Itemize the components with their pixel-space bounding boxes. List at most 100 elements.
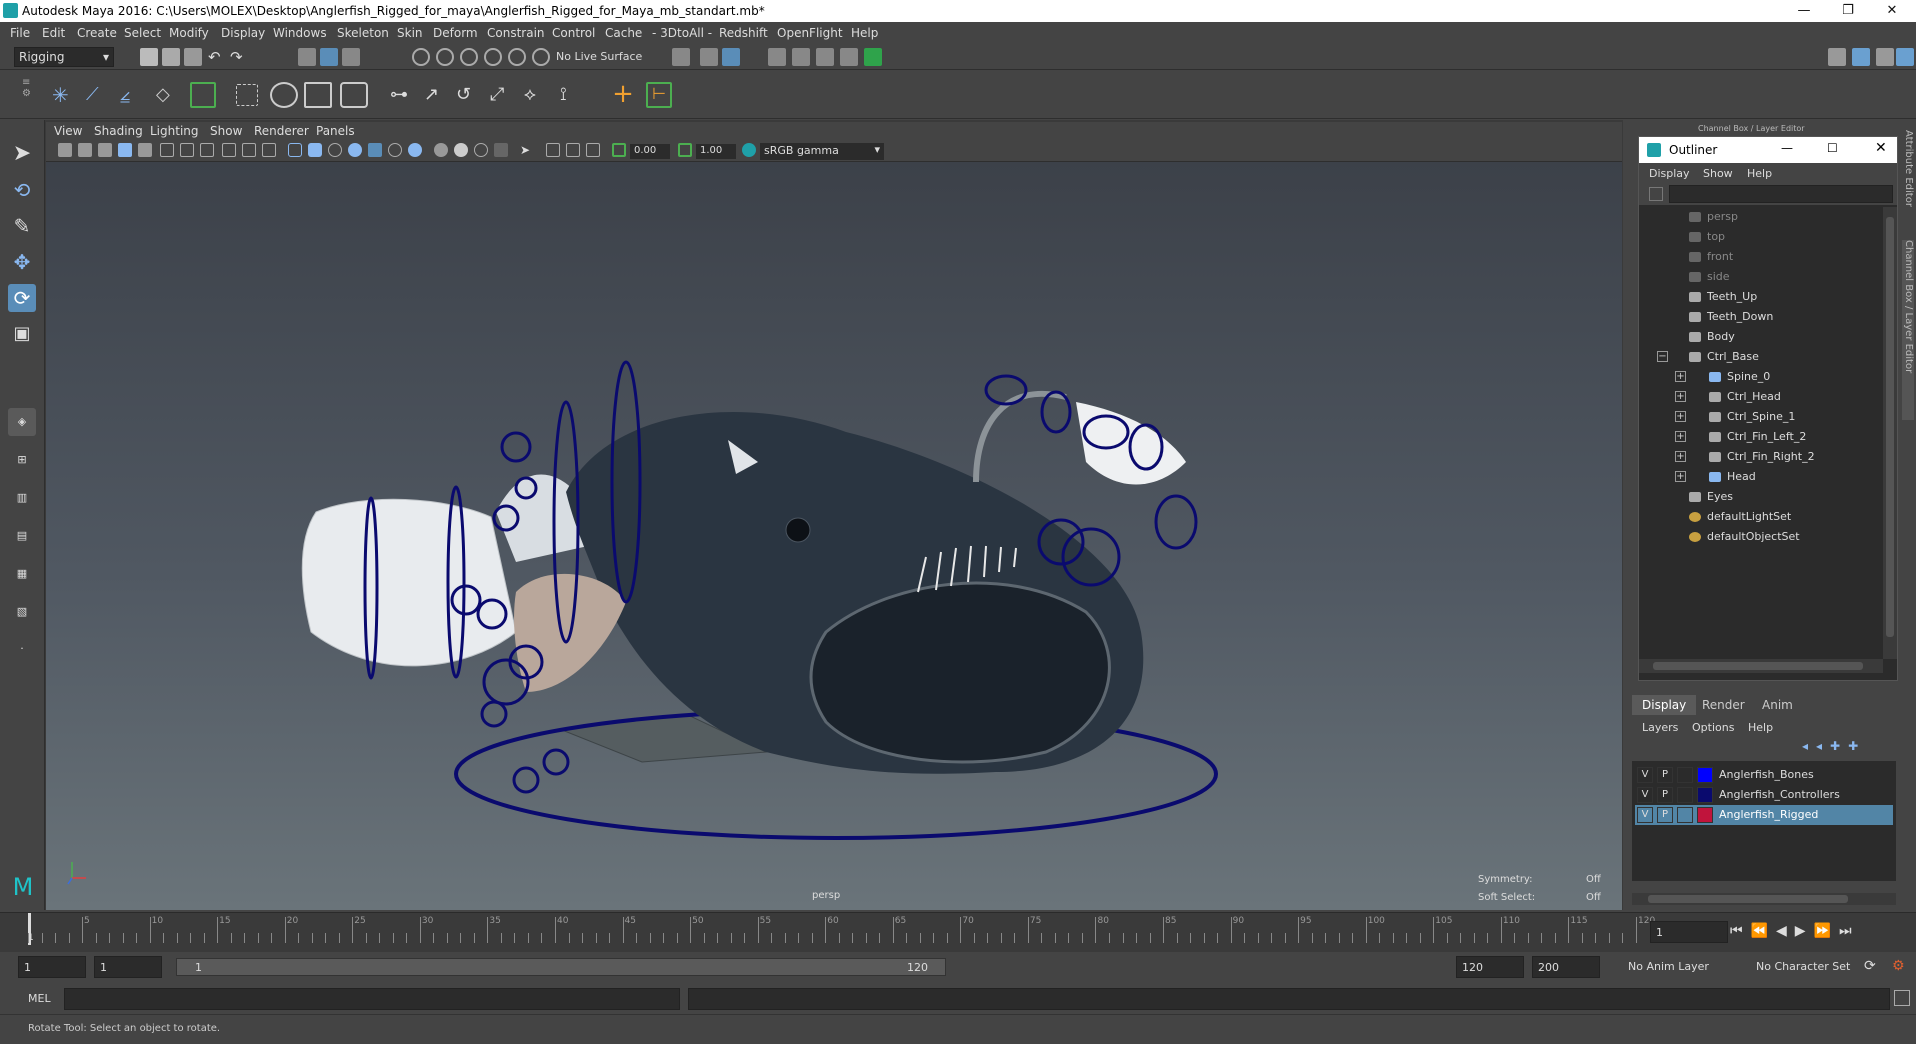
time-slider[interactable]: 1 5 10 15 20 25 30 35 40 45 50 55 60 65 70 75 80 85 90 95 1…: [0, 912, 1916, 952]
2d-pan-zoom-icon[interactable]: [138, 143, 152, 157]
layer-playback-toggle[interactable]: P: [1657, 787, 1673, 803]
point-constraint-icon[interactable]: ⊶: [390, 84, 412, 106]
depth-of-field-icon[interactable]: [494, 143, 508, 157]
add-attribute-icon[interactable]: +: [610, 81, 636, 108]
outliner-menu-show[interactable]: Show: [1703, 167, 1733, 180]
layer-display-type-toggle[interactable]: [1677, 767, 1693, 783]
expand-icon[interactable]: +: [1675, 391, 1686, 402]
view-transform-dropdown[interactable]: sRGB gamma ▾: [760, 143, 884, 160]
ik-spline-icon[interactable]: ⦤: [120, 84, 142, 106]
expand-icon[interactable]: +: [1675, 471, 1686, 482]
tail-fin-mesh[interactable]: [301, 498, 517, 667]
range-slider-bar[interactable]: 1 120: [176, 958, 946, 976]
layer-menu-help[interactable]: Help: [1748, 721, 1773, 734]
auto-key-icon[interactable]: ⟳: [1864, 958, 1876, 974]
outliner-item[interactable]: Body: [1639, 327, 1883, 347]
bookmark-icon[interactable]: [98, 143, 112, 157]
live-surface-label[interactable]: No Live Surface: [556, 50, 642, 63]
animation-preferences-icon[interactable]: ⚙: [1892, 958, 1905, 974]
current-frame-field[interactable]: 1: [1650, 921, 1728, 943]
input-ops-icon[interactable]: [672, 48, 690, 66]
minimize-button[interactable]: —: [1782, 0, 1826, 22]
exposure-icon[interactable]: [612, 143, 626, 157]
wireframe-icon[interactable]: [288, 143, 302, 157]
outliner-item[interactable]: Eyes: [1639, 487, 1883, 507]
outliner-minimize-button[interactable]: —: [1781, 141, 1793, 155]
bind-skin-icon[interactable]: [270, 82, 298, 108]
layer-display-type-toggle[interactable]: [1677, 787, 1693, 803]
snap-grid-icon[interactable]: [412, 48, 430, 66]
expand-icon[interactable]: +: [1675, 451, 1686, 462]
outliner-item[interactable]: + Ctrl_Fin_Right_2: [1639, 447, 1883, 467]
collapse-icon[interactable]: −: [1657, 351, 1668, 362]
outliner-item[interactable]: defaultObjectSet: [1639, 527, 1883, 547]
menu-edit[interactable]: Edit: [42, 26, 65, 40]
layer-display-type-toggle[interactable]: [1677, 807, 1693, 823]
ipr-render-icon[interactable]: [816, 48, 834, 66]
layer-color-swatch[interactable]: [1697, 787, 1713, 803]
menu-redshift[interactable]: Redshift: [719, 26, 768, 40]
grid-icon[interactable]: [160, 143, 174, 157]
layer-create-buttons[interactable]: ◂◂✚✚: [1802, 739, 1892, 757]
anim-layer-dropdown[interactable]: No Anim Layer: [1628, 960, 1709, 973]
layer-playback-toggle[interactable]: P: [1657, 767, 1673, 783]
rotate-tool-icon[interactable]: ⟳: [8, 284, 36, 312]
camera-select-icon[interactable]: [58, 143, 72, 157]
scale-tool-icon[interactable]: ▣: [8, 320, 36, 348]
outliner-menu-display[interactable]: Display: [1649, 167, 1690, 180]
vp-menu-panels[interactable]: Panels: [316, 124, 355, 138]
render-frame-icon[interactable]: [792, 48, 810, 66]
snap-live-icon[interactable]: [532, 48, 550, 66]
move-tool-icon[interactable]: ✥: [8, 248, 36, 276]
open-scene-icon[interactable]: [162, 48, 180, 66]
outliner-item[interactable]: defaultLightSet: [1639, 507, 1883, 527]
toggle-tool-settings-icon[interactable]: [1876, 48, 1894, 66]
layer-row[interactable]: V P Anglerfish_Bones: [1635, 765, 1893, 785]
render-settings-icon[interactable]: [722, 48, 740, 66]
film-gate-icon[interactable]: [180, 143, 194, 157]
search-filter-icon[interactable]: [1649, 187, 1663, 201]
toggle-attribute-editor-icon[interactable]: [1852, 48, 1870, 66]
exposure-field[interactable]: 0.00: [630, 144, 670, 159]
select-tool-icon[interactable]: ➤: [8, 140, 36, 168]
joint-tool-icon[interactable]: ✳: [52, 84, 74, 106]
layer-menu-options[interactable]: Options: [1692, 721, 1734, 734]
menu-skeleton[interactable]: Skeleton: [337, 26, 389, 40]
vp-menu-shading[interactable]: Shading: [94, 124, 143, 138]
menu-create[interactable]: Create: [77, 26, 117, 40]
wrap-icon[interactable]: [340, 82, 368, 108]
perspective-viewport[interactable]: persp Symmetry: Off Soft Select: Off: [46, 162, 1622, 910]
outliner-menu-help[interactable]: Help: [1747, 167, 1772, 180]
layer-menu-layers[interactable]: Layers: [1642, 721, 1678, 734]
close-button[interactable]: ✕: [1870, 0, 1914, 22]
outliner-item[interactable]: + Spine_0: [1639, 367, 1883, 387]
select-component-icon[interactable]: [342, 48, 360, 66]
outliner-item[interactable]: + Ctrl_Head: [1639, 387, 1883, 407]
construction-history-icon[interactable]: [700, 48, 718, 66]
menu-skin[interactable]: Skin: [397, 26, 423, 40]
menu-help[interactable]: Help: [851, 26, 878, 40]
attribute-editor-tab[interactable]: Attribute Editor: [1902, 130, 1914, 230]
menu-display[interactable]: Display: [221, 26, 265, 40]
toggle-channel-box-icon[interactable]: [1896, 48, 1914, 66]
snap-view-icon[interactable]: [484, 48, 502, 66]
menu-modify[interactable]: Modify: [169, 26, 209, 40]
menu-openflight[interactable]: OpenFlight: [777, 26, 843, 40]
outliner-maximize-button[interactable]: ☐: [1827, 141, 1838, 155]
shadows-icon[interactable]: [408, 143, 422, 157]
camera-attributes-icon[interactable]: [78, 143, 92, 157]
layout-options-icon[interactable]: ·: [8, 636, 36, 664]
scrollbar-thumb[interactable]: [1886, 217, 1894, 637]
expand-icon[interactable]: +: [1675, 371, 1686, 382]
character-set-dropdown[interactable]: No Character Set: [1756, 960, 1850, 973]
animation-end-field[interactable]: 200: [1532, 956, 1600, 978]
outliner-vertical-scrollbar[interactable]: [1883, 207, 1897, 659]
playback-start-field[interactable]: 1: [94, 956, 162, 978]
smooth-shade-icon[interactable]: [308, 143, 322, 157]
ik-handle-icon[interactable]: ⟋: [86, 84, 108, 106]
menu-cache[interactable]: Cache: [605, 26, 642, 40]
field-chart-icon[interactable]: [242, 143, 256, 157]
outliner-item[interactable]: + Head: [1639, 467, 1883, 487]
textured-icon[interactable]: [368, 143, 382, 157]
new-scene-icon[interactable]: [140, 48, 158, 66]
